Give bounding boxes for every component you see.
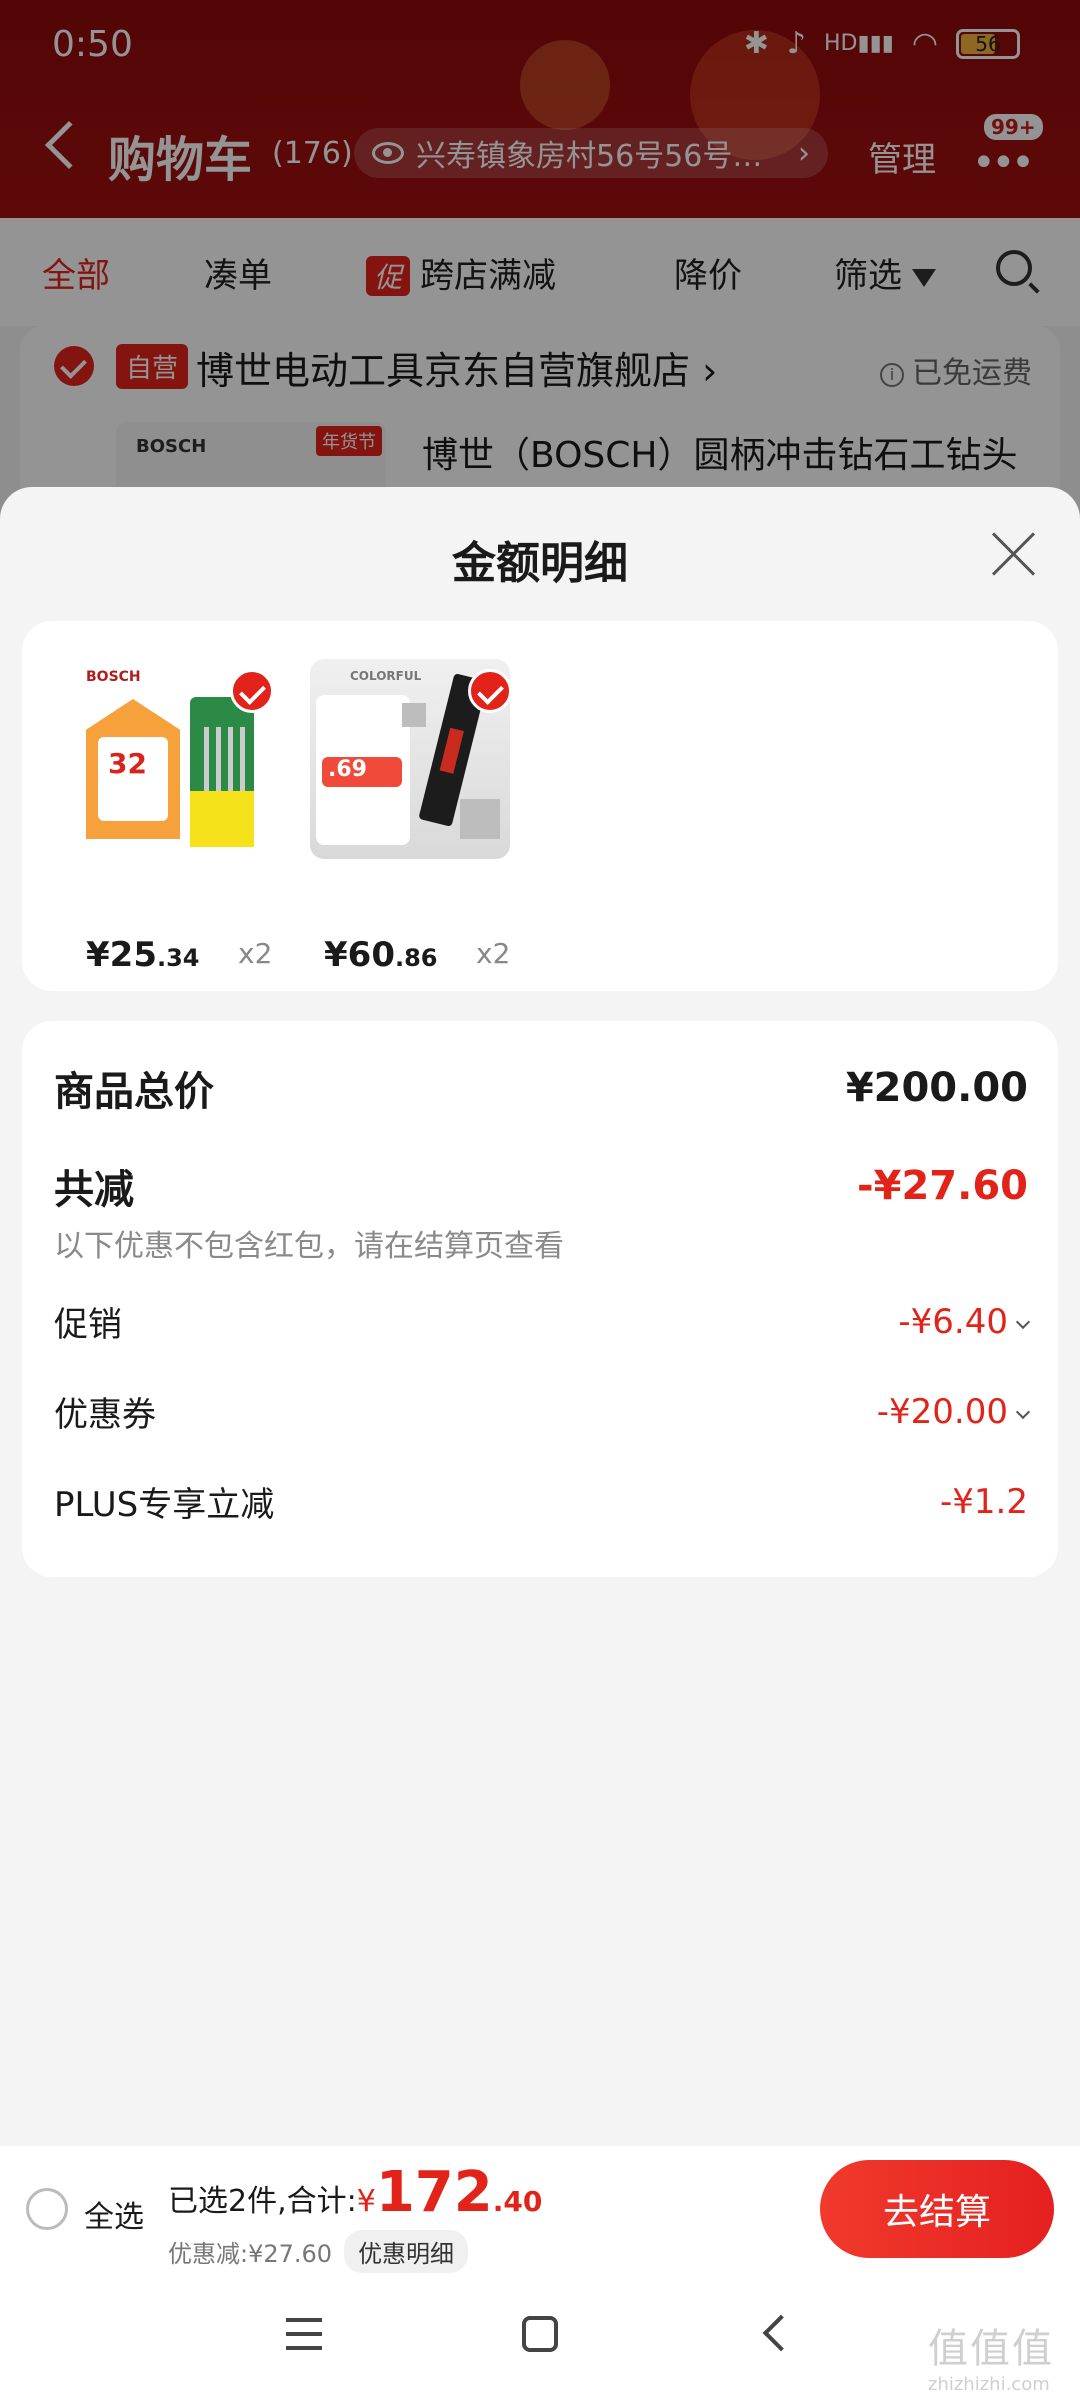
discount-note: 以下优惠不包含红包，请在结算页查看 xyxy=(54,1229,564,1264)
promotion-value: -¥6.40 xyxy=(898,1302,1031,1342)
checkout-bar: 全选 已选2件,合计:¥172.40 优惠减:¥27.60 优惠明细 去结算 xyxy=(0,2146,1080,2274)
total-price-row: 商品总价 ¥200.00 xyxy=(54,1059,1028,1117)
promo-poster: .69 xyxy=(316,695,410,845)
select-all-radio[interactable] xyxy=(26,2188,68,2230)
total-price-value: ¥200.00 xyxy=(845,1065,1028,1111)
summary-prefix: 已选2件,合计: xyxy=(168,2184,357,2219)
coupon-row[interactable]: 优惠券 -¥20.00 xyxy=(54,1387,1031,1436)
item-check-icon xyxy=(230,669,274,713)
close-icon[interactable] xyxy=(992,531,1036,575)
item-price: ¥25.34 xyxy=(86,935,200,975)
total-reduce-row: 共减 -¥27.60 xyxy=(54,1157,1028,1215)
total-reduce-value: -¥27.60 xyxy=(857,1163,1028,1209)
amount-detail-sheet: 金额明细 BOSCH 32 ¥25.34 x2 COLORFUL .69 ¥60… xyxy=(0,487,1080,2400)
sheet-title: 金额明细 xyxy=(452,538,628,589)
chevron-down-icon xyxy=(1015,1314,1031,1329)
drill-bit-box xyxy=(190,697,254,847)
nav-back-icon[interactable] xyxy=(762,2314,800,2352)
item-check-icon xyxy=(468,669,512,713)
brand-logo: COLORFUL xyxy=(350,669,422,683)
discount-summary: 优惠减:¥27.60 优惠明细 xyxy=(168,2230,469,2273)
coupon-value: -¥20.00 xyxy=(877,1392,1031,1432)
total-price-label: 商品总价 xyxy=(54,1069,214,1115)
selected-items-card: BOSCH 32 ¥25.34 x2 COLORFUL .69 ¥60.86 x… xyxy=(22,621,1058,991)
plus-discount-label: PLUS专享立减 xyxy=(54,1485,275,1525)
item-quantity: x2 xyxy=(238,937,273,970)
item-price: ¥60.86 xyxy=(324,935,438,975)
total-amount-decimal: .40 xyxy=(492,2185,543,2218)
total-reduce-label: 共减 xyxy=(54,1167,134,1213)
checkout-button[interactable]: 去结算 xyxy=(820,2160,1054,2258)
plus-discount-row: PLUS专享立减 -¥1.2 xyxy=(54,1477,1028,1526)
item-quantity: x2 xyxy=(476,937,511,970)
selected-item[interactable]: BOSCH 32 ¥25.34 x2 xyxy=(72,659,282,975)
promo-poster: 32 xyxy=(86,699,180,839)
total-amount: 172 xyxy=(375,2160,493,2225)
select-all-label[interactable]: 全选 xyxy=(84,2192,144,2236)
brand-logo: BOSCH xyxy=(86,669,141,685)
currency-symbol: ¥ xyxy=(356,2184,376,2219)
menu-icon[interactable] xyxy=(286,2318,322,2350)
chevron-down-icon xyxy=(1015,1404,1031,1419)
discount-text: 优惠减:¥27.60 xyxy=(168,2240,333,2268)
discount-detail-button[interactable]: 优惠明细 xyxy=(344,2230,469,2273)
coupon-label: 优惠券 xyxy=(54,1395,156,1435)
promotion-label: 促销 xyxy=(54,1305,122,1345)
home-icon[interactable] xyxy=(522,2316,558,2352)
system-nav-bar xyxy=(0,2274,1080,2400)
order-summary: 已选2件,合计:¥172.40 xyxy=(168,2160,542,2225)
promotion-row[interactable]: 促销 -¥6.40 xyxy=(54,1297,1031,1346)
selected-item[interactable]: COLORFUL .69 ¥60.86 x2 xyxy=(310,659,520,975)
price-detail-card: 商品总价 ¥200.00 共减 -¥27.60 以下优惠不包含红包，请在结算页查… xyxy=(22,1021,1058,1577)
plus-discount-value: -¥1.2 xyxy=(940,1481,1028,1522)
watermark: 值值值 zhizhizhi.com xyxy=(928,2326,1054,2395)
